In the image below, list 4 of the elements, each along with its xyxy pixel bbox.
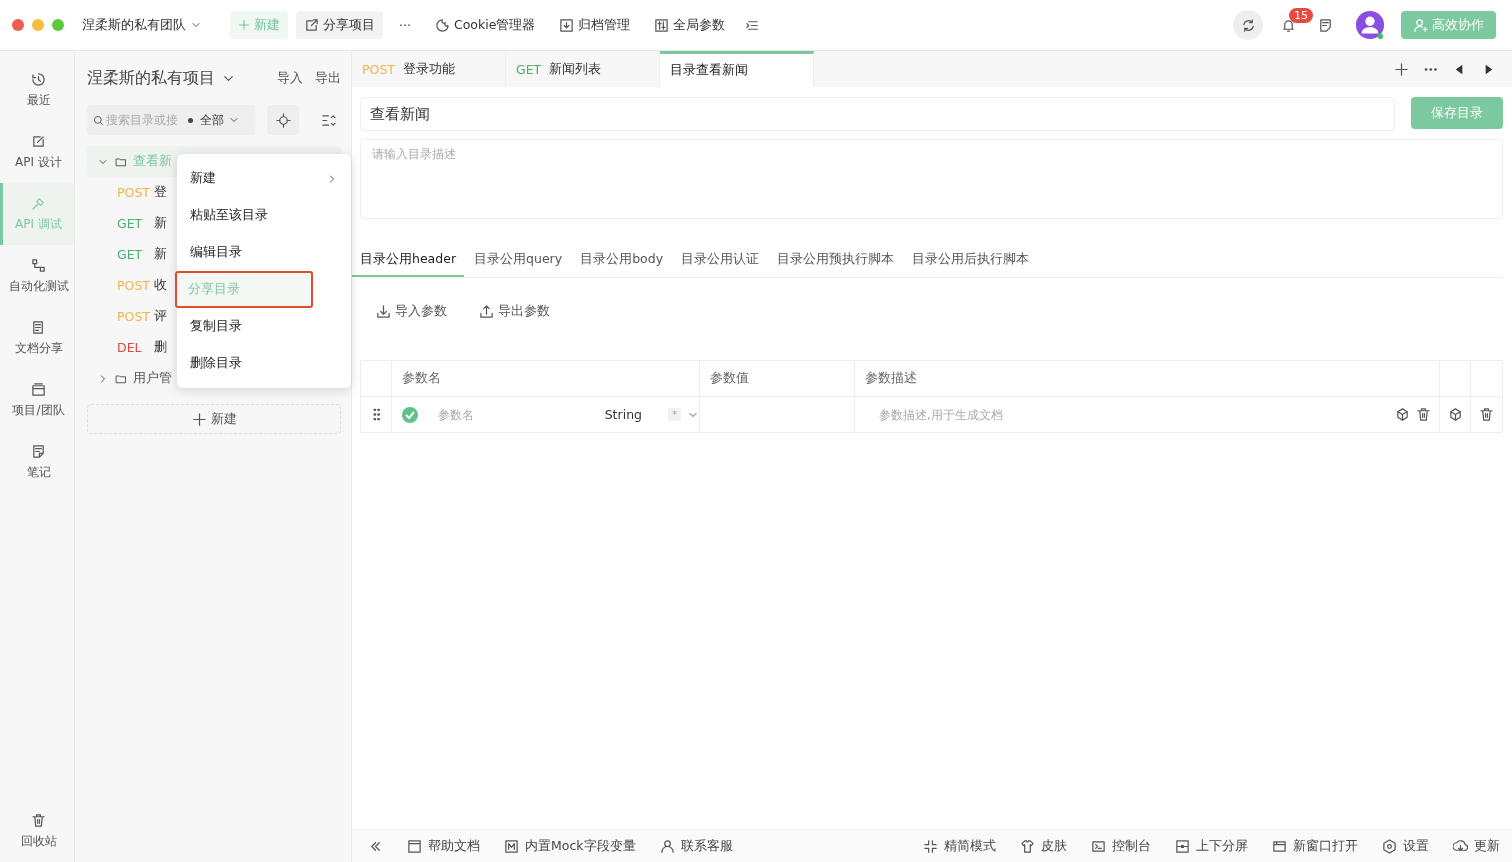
- column-header: 参数名: [392, 361, 700, 396]
- notification-count: 15: [1289, 7, 1313, 23]
- column-header: 参数值: [700, 361, 855, 396]
- column-header: 参数描述: [855, 361, 1440, 396]
